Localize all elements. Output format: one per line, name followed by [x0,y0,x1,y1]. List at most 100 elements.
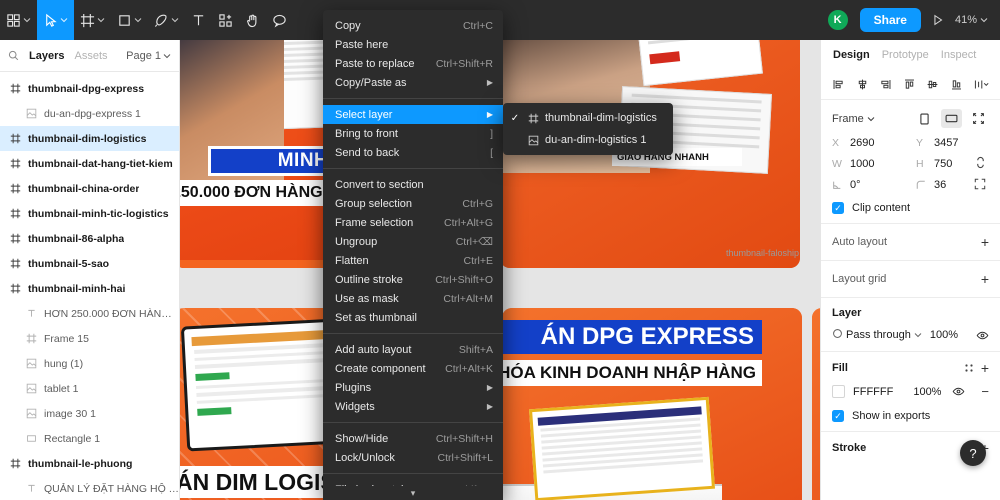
landscape-orientation-button[interactable] [941,109,962,128]
fill-color-swatch[interactable] [832,385,845,398]
frame-tool-icon[interactable] [74,0,111,40]
menu-item[interactable]: Send to back [ [323,143,503,162]
show-in-exports-row[interactable]: ✓ Show in exports [832,410,989,422]
resize-to-fit-icon[interactable] [968,109,989,128]
menu-item[interactable]: Flatten Ctrl+E [323,251,503,270]
height-field[interactable]: H 750 [916,156,994,172]
eye-icon[interactable] [952,385,965,398]
select-layer-submenu[interactable]: ✓ thumbnail-dim-logistics du-an-dim-logist… [503,103,673,155]
chevron-down-icon[interactable] [60,16,68,24]
zoom-selector[interactable]: 41% [955,14,988,26]
layer-row[interactable]: QUẢN LÝ ĐẶT HÀNG HỘ THÔ... [0,476,179,500]
tab-inspect[interactable]: Inspect [941,49,976,61]
menu-item[interactable]: Bring to front] [323,124,503,143]
shape-tool-icon[interactable] [111,0,148,40]
page-selector[interactable]: Page 1 [126,50,171,62]
tab-assets[interactable]: Assets [74,50,107,62]
layer-row[interactable]: hung (1) [0,351,179,376]
y-field[interactable]: Y 3457 [916,137,994,149]
menu-item[interactable]: Widgets ▶ [323,397,503,416]
chevron-down-icon[interactable] [171,16,179,24]
tab-design[interactable]: Design [833,49,870,61]
blend-mode-selector[interactable]: Pass through [832,328,922,342]
layer-row[interactable]: thumbnail-minh-hai [0,276,179,301]
align-left-icon[interactable] [832,78,845,91]
context-menu[interactable]: Copy Ctrl+C Paste here Paste to replace Ctrl… [323,10,503,500]
frame-type-selector[interactable]: Frame [832,113,875,125]
canvas-thumbnail-dpg-express[interactable]: ÁN DPG EXPRESS HÓA KINH DOANH NHẬP HÀNG [502,308,802,500]
rotation-field[interactable]: 0° [832,179,910,191]
menu-item[interactable]: Plugins ▶ [323,378,503,397]
menu-item[interactable]: Convert to section [323,175,503,194]
layer-opacity-value[interactable]: 100% [930,329,958,341]
chevron-down-icon[interactable] [23,16,31,24]
menu-item[interactable]: Frame selection Ctrl+Alt+G [323,213,503,232]
chevron-down-icon[interactable]: ▾ [323,486,503,500]
menu-item[interactable]: Set as thumbnail [323,308,503,327]
layer-row[interactable]: thumbnail-le-phuong [0,451,179,476]
menu-item[interactable]: Create component Ctrl+Alt+K [323,359,503,378]
canvas-thumbnail-faloship[interactable]: WEBS QUẢN L [812,308,820,500]
menu-item[interactable]: Paste to replace Ctrl+Shift+R [323,54,503,73]
help-button[interactable]: ? [960,440,986,466]
layer-row[interactable]: image 30 1 [0,401,179,426]
menu-item[interactable]: Show/Hide Ctrl+Shift+H [323,429,503,448]
remove-fill-button[interactable]: − [981,384,989,399]
pen-tool-icon[interactable] [148,0,185,40]
align-top-icon[interactable] [903,78,916,91]
layer-row[interactable]: Rectangle 1 [0,426,179,451]
fill-styles-icon[interactable] [963,362,975,374]
layer-row[interactable]: thumbnail-86-alpha [0,226,179,251]
search-icon[interactable] [8,50,19,61]
layer-row[interactable]: thumbnail-dat-hang-tiet-kiem [0,151,179,176]
layer-row[interactable]: thumbnail-dpg-express [0,76,179,101]
corner-radius-field[interactable]: 36 [916,178,994,193]
layer-row[interactable]: HƠN 250.000 ĐƠN HÀNG TR... [0,301,179,326]
layer-row[interactable]: thumbnail-china-order [0,176,179,201]
width-field[interactable]: W 1000 [832,158,910,170]
move-tool-icon[interactable] [37,0,74,40]
layer-row[interactable]: Frame 15 [0,326,179,351]
avatar[interactable]: K [825,8,850,32]
component-tool-icon[interactable] [212,0,239,40]
menu-item[interactable]: Group selection Ctrl+G [323,194,503,213]
add-layout-grid-button[interactable]: + [981,272,989,286]
tab-layers[interactable]: Layers [29,50,64,62]
menu-item[interactable]: Ungroup Ctrl+⌫ [323,232,503,251]
menu-item[interactable]: Outline stroke Ctrl+Shift+O [323,270,503,289]
align-right-icon[interactable] [879,78,892,91]
show-in-exports-checkbox[interactable]: ✓ [832,410,844,422]
clip-content-checkbox[interactable]: ✓ [832,202,844,214]
chevron-down-icon[interactable] [134,16,142,24]
chevron-down-icon[interactable] [97,16,105,24]
layer-row[interactable]: tablet 1 [0,376,179,401]
text-tool-icon[interactable] [185,0,212,40]
fill-opacity-value[interactable]: 100% [913,386,941,398]
layer-row[interactable]: thumbnail-dim-logistics [0,126,179,151]
align-vertical-center-icon[interactable] [926,78,939,91]
menu-item[interactable]: Add auto layout Shift+A [323,340,503,359]
layer-row[interactable]: thumbnail-5-sao [0,251,179,276]
distribute-icon[interactable] [973,78,989,91]
submenu-item[interactable]: ✓ thumbnail-dim-logistics [503,107,673,129]
constrain-proportions-icon[interactable] [975,156,986,172]
comment-tool-icon[interactable] [266,0,293,40]
menu-item[interactable]: Copy/Paste as ▶ [323,73,503,92]
figma-menu-icon[interactable] [0,0,37,40]
menu-item[interactable]: Select layer ▶ [323,105,503,124]
layer-row[interactable]: thumbnail-minh-tic-logistics [0,201,179,226]
hand-tool-icon[interactable] [239,0,266,40]
x-field[interactable]: X 2690 [832,137,910,149]
tab-prototype[interactable]: Prototype [882,49,929,61]
independent-corners-icon[interactable] [974,178,986,193]
add-auto-layout-button[interactable]: + [981,235,989,249]
menu-item[interactable]: Paste here [323,35,503,54]
fill-hex-value[interactable]: FFFFFF [853,386,893,398]
menu-item[interactable]: Use as mask Ctrl+Alt+M [323,289,503,308]
clip-content-row[interactable]: ✓ Clip content [832,202,989,214]
layer-row[interactable]: du-an-dpg-express 1 [0,101,179,126]
portrait-orientation-button[interactable] [914,109,935,128]
present-button[interactable] [931,13,945,27]
menu-item[interactable]: Copy Ctrl+C [323,16,503,35]
align-bottom-icon[interactable] [950,78,963,91]
